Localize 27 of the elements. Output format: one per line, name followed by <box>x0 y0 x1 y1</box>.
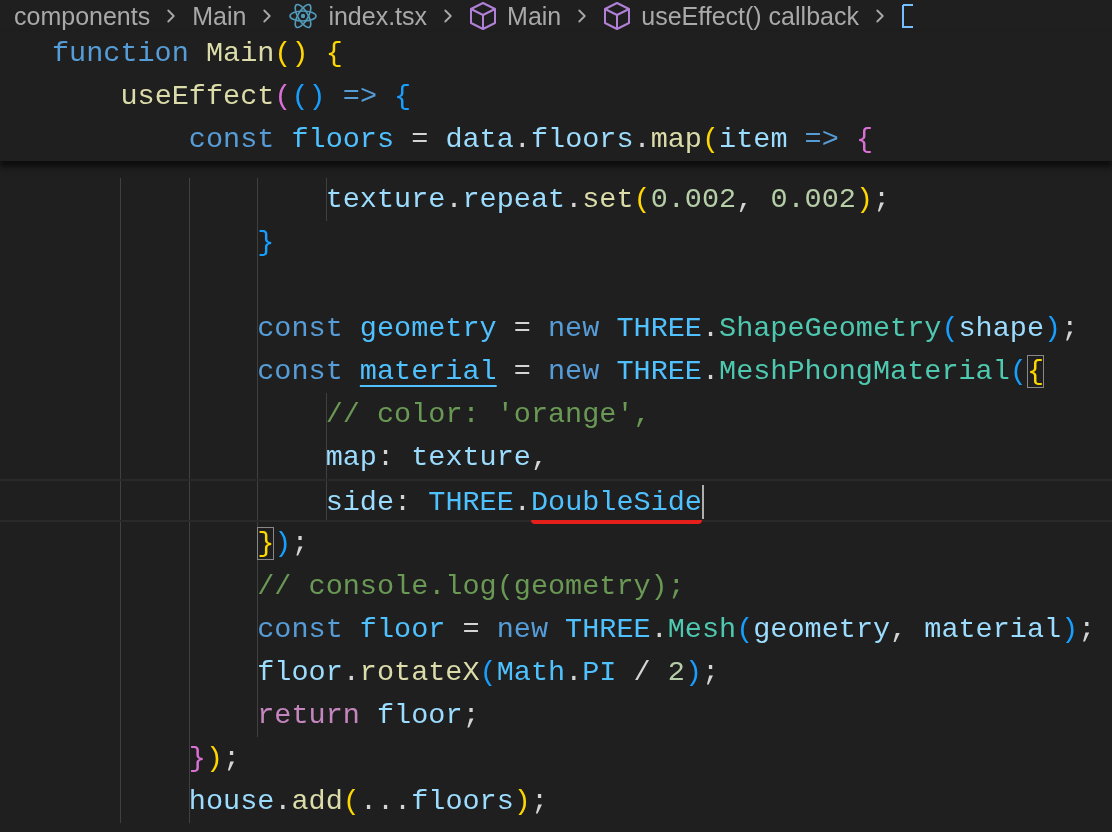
react-atom-icon <box>288 1 319 31</box>
breadcrumb-item[interactable]: components <box>14 1 151 31</box>
code-line: function Main() { <box>52 36 343 72</box>
code-line: // console.log(geometry); <box>257 569 685 605</box>
code-line: house.add(...floors); <box>188 784 549 820</box>
cube-icon <box>603 1 632 31</box>
symbol-icon <box>900 1 915 31</box>
breadcrumb-item[interactable]: Main <box>192 1 247 31</box>
code-line: side: THREE.DoubleSide <box>325 481 704 524</box>
code-line: return floor; <box>257 698 480 734</box>
code-line: map: texture, <box>325 440 549 476</box>
code-line: } <box>257 225 275 261</box>
code-line: texture.repeat.set(0.002, 0.002); <box>325 182 891 218</box>
text-cursor <box>701 485 704 520</box>
breadcrumb-item[interactable]: Main <box>507 1 562 31</box>
code-line: const material = new THREE.MeshPhongMaterial({ <box>257 354 1044 390</box>
code-line: }); <box>188 741 241 777</box>
cube-icon <box>469 1 498 31</box>
code-line: // color: 'orange', <box>325 397 651 433</box>
breadcrumb-item[interactable]: index.tsx <box>328 1 428 31</box>
code-line: const floors = data.floors.map(item => { <box>188 122 874 158</box>
code-line: const geometry = new THREE.ShapeGeometry(shape); <box>257 311 1079 347</box>
breadcrumb-item[interactable]: useEffect() callback <box>641 1 859 31</box>
code-line: }); <box>257 526 309 562</box>
code-line: floor.rotateX(Math.PI / 2); <box>257 655 720 691</box>
code-line: const floor = new THREE.Mesh(geometry, material); <box>257 612 1096 648</box>
code-line: useEffect(() => { <box>120 79 412 115</box>
